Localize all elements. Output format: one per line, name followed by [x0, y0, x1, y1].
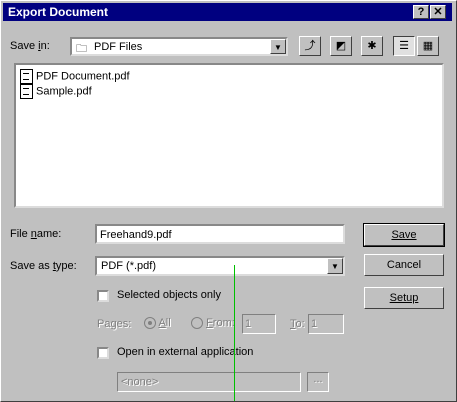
open-external-checkbox[interactable]: [97, 347, 109, 359]
file-item[interactable]: PDF Document.pdf: [20, 69, 130, 84]
pages-label: Pages:: [97, 318, 132, 330]
setup-button[interactable]: Setup: [364, 287, 444, 309]
folder-icon: 🗀: [76, 43, 87, 55]
chevron-down-icon[interactable]: ▼: [270, 39, 286, 54]
selected-only-checkbox[interactable]: [97, 290, 109, 302]
up-one-level-icon[interactable]: ⤴: [299, 36, 321, 56]
pages-all-radio[interactable]: All: [144, 317, 171, 330]
save-in-label: Save in:: [10, 40, 50, 52]
details-view-icon[interactable]: ▦: [417, 36, 439, 56]
desktop-icon[interactable]: ◩: [330, 36, 352, 56]
file-list[interactable]: PDF Document.pdf Sample.pdf: [14, 63, 444, 208]
pdf-file-icon: [20, 84, 33, 99]
folder-name: PDF Files: [94, 41, 143, 53]
new-folder-icon[interactable]: ✱: [361, 36, 383, 56]
browse-button[interactable]: ...: [307, 372, 329, 392]
pdf-file-icon: [20, 69, 33, 84]
help-button[interactable]: ?: [413, 5, 429, 19]
setup-label: Setup: [389, 292, 419, 304]
browse-label: ...: [313, 373, 323, 385]
file-item[interactable]: Sample.pdf: [20, 84, 92, 99]
chevron-down-icon[interactable]: ▼: [327, 258, 343, 274]
save-as-type-label: Save as type:: [10, 260, 77, 272]
file-name: Sample.pdf: [36, 85, 92, 98]
open-external-label: Open in external application: [117, 346, 254, 358]
file-name: PDF Document.pdf: [36, 70, 130, 83]
to-label: To:: [290, 318, 305, 330]
radio-icon: [144, 317, 156, 330]
save-in-dropdown[interactable]: 🗀 PDF Files ▼: [70, 37, 288, 56]
export-dialog: Export Document ? ✕ Save in: 🗀 PDF Files…: [0, 0, 457, 402]
to-page-field[interactable]: 1: [308, 314, 344, 334]
pages-from-radio[interactable]: From:: [191, 317, 235, 330]
external-app-value: <none>: [121, 376, 159, 388]
file-name-value: Freehand9.pdf: [100, 229, 172, 241]
dialog-title: Export Document: [8, 5, 109, 19]
cursor-line: [234, 265, 235, 401]
cancel-button[interactable]: Cancel: [364, 254, 444, 276]
title-bar: Export Document ? ✕: [3, 3, 452, 21]
file-name-field[interactable]: Freehand9.pdf: [95, 224, 345, 244]
to-page-value: 1: [311, 318, 318, 330]
selected-only-label: Selected objects only: [117, 289, 221, 301]
from-page-field[interactable]: 1: [242, 314, 276, 334]
list-view-icon[interactable]: ☰: [393, 36, 415, 56]
external-app-field[interactable]: <none>: [117, 372, 301, 392]
file-name-label: File name:: [10, 228, 62, 240]
save-as-type-dropdown[interactable]: PDF (*.pdf) ▼: [95, 256, 345, 276]
close-button[interactable]: ✕: [430, 5, 446, 19]
save-label: Save: [391, 229, 417, 241]
save-button[interactable]: Save: [363, 223, 445, 247]
radio-icon: [191, 317, 203, 330]
from-page-value: 1: [245, 318, 252, 330]
type-value: PDF (*.pdf): [101, 260, 157, 272]
